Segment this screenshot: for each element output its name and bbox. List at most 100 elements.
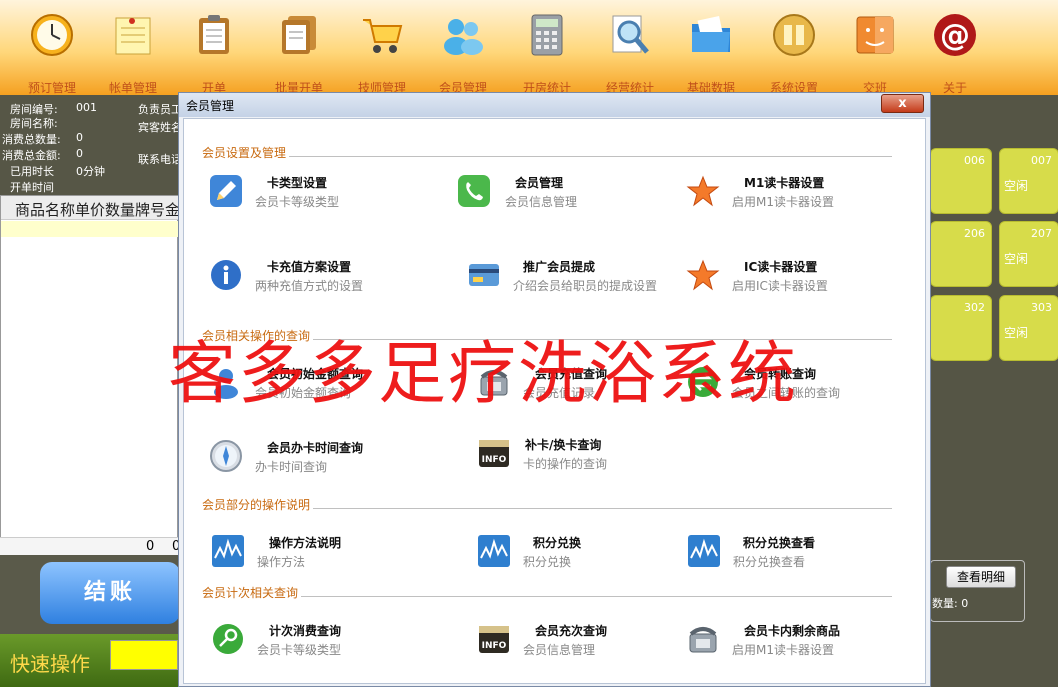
remaining-goods-item[interactable]: 会员卡内剩余商品 启用M1读卡器设置 (686, 620, 916, 668)
toolbar-batch-open-button[interactable]: 批量开单 (259, 0, 339, 95)
key-icon (213, 624, 243, 654)
room-tile[interactable]: 302 (930, 295, 992, 361)
clipboard-icon (199, 15, 229, 54)
detail-count: 数量: 0 (932, 597, 969, 610)
pencil-icon (210, 175, 242, 207)
item-title: 补卡/换卡查询 (525, 438, 602, 452)
room-info-panel: 房间编号: 001 房间名称: 消费总数量: 0 消费总金额: 0 已用时长 0… (0, 95, 182, 195)
item-desc: 操作方法 (257, 555, 306, 569)
view-detail-button[interactable]: 查看明细 (946, 566, 1016, 588)
guest-name-label: 宾客姓名 (138, 121, 182, 134)
info-box-icon: INFO (479, 440, 509, 467)
item-title: 计次消费查询 (269, 624, 342, 638)
main-toolbar: 预订管理 帐单管理 开单 批量开单 技师管理 会员管理 开房统计 经营统计 基础… (0, 0, 1058, 95)
toolbar-about-button[interactable]: @ 关于 (915, 0, 995, 95)
handover-icon (856, 16, 894, 54)
room-tile[interactable]: 006 (930, 148, 992, 214)
item-title: M1读卡器设置 (744, 176, 825, 190)
room-name-label: 房间名称: (10, 117, 58, 130)
count-consume-query-item[interactable]: 计次消费查询 会员卡等级类型 (211, 620, 441, 668)
room-number: 206 (964, 227, 985, 240)
room-number: 303 (1031, 301, 1052, 314)
m1-reader-settings-item[interactable]: M1读卡器设置 启用M1读卡器设置 (686, 172, 916, 220)
room-status: 空闲 (1004, 179, 1029, 193)
item-title: 卡充值方案设置 (267, 260, 352, 274)
consume-amount-value: 0 (76, 147, 83, 160)
item-desc: 介绍会员给职员的提成设置 (513, 279, 658, 293)
item-desc: 启用IC读卡器设置 (732, 279, 828, 293)
chart-icon (212, 535, 244, 567)
room-number: 007 (1031, 154, 1052, 167)
toolbar-settings-button[interactable]: 系统设置 (754, 0, 834, 95)
dialog-titlebar[interactable]: 会员管理 x (179, 93, 930, 117)
room-tile[interactable]: 007 空闲 (999, 148, 1058, 214)
quick-operation-label: 快速操作 (10, 652, 90, 676)
operation-guide-item[interactable]: 操作方法说明 操作方法 (211, 532, 441, 580)
contact-label: 联系电话 (138, 153, 182, 166)
item-desc: 启用M1读卡器设置 (732, 195, 834, 209)
toolbar-technician-button[interactable]: 技师管理 (342, 0, 422, 95)
dialog-title: 会员管理 (186, 99, 235, 113)
item-title: IC读卡器设置 (744, 260, 818, 274)
recharge-plan-settings-item[interactable]: 卡充值方案设置 两种充值方式的设置 (209, 256, 439, 304)
toolbar-bill-button[interactable]: 帐单管理 (93, 0, 173, 95)
star-icon (686, 175, 720, 207)
checkout-button[interactable]: 结账 (40, 562, 180, 624)
card-time-query-item[interactable]: 会员办卡时间查询 办卡时间查询 (209, 437, 439, 485)
room-tile[interactable]: 207 空闲 (999, 221, 1058, 287)
item-desc: 积分兑换查看 (733, 555, 806, 569)
toolbar-room-stats-button[interactable]: 开房统计 (507, 0, 587, 95)
toolbar-open-order-button[interactable]: 开单 (174, 0, 254, 95)
cart-icon (363, 19, 403, 53)
item-desc: 积分兑换 (523, 555, 572, 569)
room-tile[interactable]: 303 空闲 (999, 295, 1058, 361)
section-divider (202, 596, 892, 597)
info-icon (211, 260, 241, 290)
card-type-settings-item[interactable]: 卡类型设置 会员卡等级类型 (209, 172, 439, 220)
toolbar-reservation-button[interactable]: 预订管理 (12, 0, 92, 95)
item-desc: 卡的操作的查询 (523, 457, 608, 471)
room-number: 302 (964, 301, 985, 314)
card-reissue-query-item[interactable]: INFO 补卡/换卡查询 卡的操作的查询 (477, 434, 707, 482)
item-title: 积分兑换 (533, 536, 582, 550)
room-tile[interactable]: 206 (930, 221, 992, 287)
item-title: 会员办卡时间查询 (267, 441, 364, 455)
points-exchange-view-item[interactable]: 积分兑换查看 积分兑换查看 (687, 532, 917, 580)
used-time-value: 0分钟 (76, 165, 105, 178)
close-button[interactable]: x (881, 94, 924, 113)
toolbar-business-stats-button[interactable]: 经营统计 (590, 0, 670, 95)
goods-table-row[interactable] (1, 221, 179, 237)
item-title: 会员管理 (515, 176, 564, 190)
quick-operation-input[interactable] (110, 640, 178, 670)
consume-count-label: 消费总数量: (2, 133, 61, 146)
magnifier-icon (612, 15, 649, 54)
points-exchange-item[interactable]: 积分兑换 积分兑换 (477, 532, 707, 580)
phone-icon (458, 175, 490, 207)
chart-icon (478, 535, 510, 567)
item-desc: 两种充值方式的设置 (255, 279, 364, 293)
toolbar-handover-button[interactable]: 交班 (835, 0, 915, 95)
item-desc: 办卡时间查询 (255, 460, 328, 474)
telephone-icon (689, 627, 717, 653)
item-title: 会员卡内剩余商品 (744, 624, 841, 638)
goods-table[interactable]: 商品名称单价数量牌号金额 (0, 195, 179, 540)
toolbar-label: 预订管理 (27, 81, 76, 95)
svg-text:@: @ (940, 18, 970, 53)
ic-reader-settings-item[interactable]: IC读卡器设置 启用IC读卡器设置 (686, 256, 916, 304)
item-title: 积分兑换查看 (743, 536, 816, 550)
count-recharge-query-item[interactable]: INFO 会员充次查询 会员信息管理 (477, 620, 707, 668)
consume-count-value: 0 (76, 131, 83, 144)
card-icon (469, 264, 499, 286)
member-manage-item[interactable]: 会员管理 会员信息管理 (457, 172, 687, 220)
toolbar-base-data-button[interactable]: 基础数据 (671, 0, 751, 95)
referral-commission-item[interactable]: 推广会员提成 介绍会员给职员的提成设置 (467, 256, 697, 304)
item-desc: 启用M1读卡器设置 (732, 643, 834, 657)
compass-icon (210, 440, 242, 472)
toolbar-members-button[interactable]: 会员管理 (423, 0, 503, 95)
room-number: 207 (1031, 227, 1052, 240)
section-divider (202, 156, 892, 157)
item-desc: 会员信息管理 (505, 195, 578, 209)
room-no-value: 001 (76, 101, 97, 114)
members-icon (444, 19, 483, 55)
product-watermark: 客多多足疗洗浴系统 (168, 335, 799, 414)
